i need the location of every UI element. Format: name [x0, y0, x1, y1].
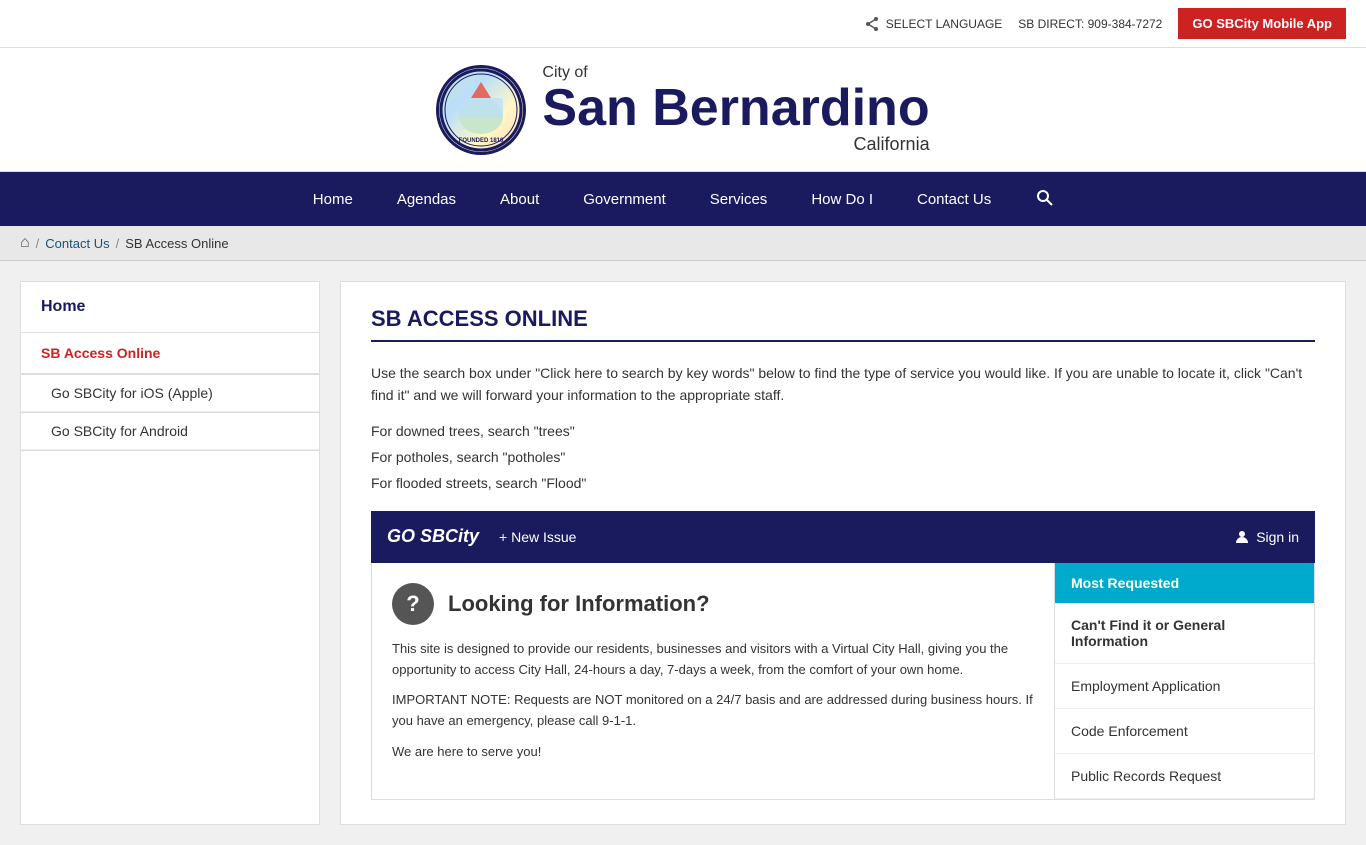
nav-home[interactable]: Home	[291, 175, 375, 224]
language-selector[interactable]: SELECT LANGUAGE	[864, 16, 1002, 32]
state-name: California	[542, 134, 929, 155]
nav-about[interactable]: About	[478, 175, 561, 224]
tip-trees: For downed trees, search "trees"	[371, 423, 1315, 439]
top-bar: SELECT LANGUAGE SB DIRECT: 909-384-7272 …	[0, 0, 1366, 48]
most-requested-header: Most Requested	[1055, 563, 1314, 603]
question-icon: ?	[392, 583, 434, 625]
tip-flood: For flooded streets, search "Flood"	[371, 475, 1315, 491]
sidebar-employment[interactable]: Employment Application	[1055, 664, 1314, 709]
sidebar-public-records[interactable]: Public Records Request	[1055, 754, 1314, 799]
svg-text:FOUNDED 1810: FOUNDED 1810	[459, 138, 504, 144]
share-icon	[864, 16, 880, 32]
sidebar-divider-3	[21, 450, 319, 451]
home-icon[interactable]: ⌂	[20, 234, 30, 252]
sidebar: Home SB Access Online Go SBCity for iOS …	[20, 281, 320, 825]
widget-body: This site is designed to provide our res…	[392, 639, 1034, 763]
main-layout: Home SB Access Online Go SBCity for iOS …	[0, 261, 1366, 845]
sign-in-button[interactable]: Sign in	[1234, 529, 1299, 545]
sb-direct-label: SB DIRECT: 909-384-7272	[1018, 17, 1162, 31]
go-sbcity-title: GO SBCity	[387, 526, 479, 547]
sidebar-home[interactable]: Home	[21, 282, 319, 333]
widget-content: ? Looking for Information? This site is …	[371, 563, 1315, 800]
nav-how-do-i[interactable]: How Do I	[789, 175, 895, 224]
user-icon	[1234, 529, 1250, 545]
breadcrumb-current: SB Access Online	[125, 236, 228, 251]
go-sbcity-bar: GO SBCity + New Issue Sign in	[371, 511, 1315, 563]
nav-services[interactable]: Services	[688, 175, 790, 224]
nav-contact-us[interactable]: Contact Us	[895, 175, 1013, 224]
app-button[interactable]: GO SBCity Mobile App	[1178, 8, 1346, 39]
main-nav: Home Agendas About Government Services H…	[0, 172, 1366, 226]
main-content: SB ACCESS ONLINE Use the search box unde…	[340, 281, 1346, 825]
widget-header: ? Looking for Information?	[392, 583, 1034, 625]
sidebar-android[interactable]: Go SBCity for Android	[21, 413, 319, 450]
nav-government[interactable]: Government	[561, 175, 688, 224]
widget-main: ? Looking for Information? This site is …	[372, 563, 1054, 799]
nav-agendas[interactable]: Agendas	[375, 175, 478, 224]
logo: FOUNDED 1810 City of San Bernardino Cali…	[436, 64, 929, 155]
sidebar-code-enforcement[interactable]: Code Enforcement	[1055, 709, 1314, 754]
language-label: SELECT LANGUAGE	[886, 17, 1002, 31]
sidebar-cant-find[interactable]: Can't Find it or General Information	[1055, 603, 1314, 664]
breadcrumb-sep-1: /	[36, 236, 40, 251]
tip-potholes: For potholes, search "potholes"	[371, 449, 1315, 465]
sidebar-ios[interactable]: Go SBCity for iOS (Apple)	[21, 375, 319, 412]
widget-title: Looking for Information?	[448, 591, 710, 617]
new-issue-button[interactable]: + New Issue	[499, 529, 576, 545]
sidebar-sb-access-online[interactable]: SB Access Online	[21, 333, 319, 374]
breadcrumb-sep-2: /	[116, 236, 120, 251]
content-description: Use the search box under "Click here to …	[371, 362, 1315, 407]
breadcrumb-contact-us[interactable]: Contact Us	[45, 236, 109, 251]
widget-sidebar: Most Requested Can't Find it or General …	[1054, 563, 1314, 799]
widget-body-p3: We are here to serve you!	[392, 742, 1034, 763]
site-header: FOUNDED 1810 City of San Bernardino Cali…	[0, 48, 1366, 172]
nav-search-icon[interactable]	[1013, 172, 1075, 226]
breadcrumb: ⌂ / Contact Us / SB Access Online	[0, 226, 1366, 261]
widget-body-p1: This site is designed to provide our res…	[392, 639, 1034, 681]
logo-text: City of San Bernardino California	[542, 64, 929, 155]
city-name: San Bernardino	[542, 82, 929, 134]
page-title: SB ACCESS ONLINE	[371, 306, 1315, 342]
widget-body-p2: IMPORTANT NOTE: Requests are NOT monitor…	[392, 690, 1034, 732]
city-seal: FOUNDED 1810	[436, 65, 526, 155]
